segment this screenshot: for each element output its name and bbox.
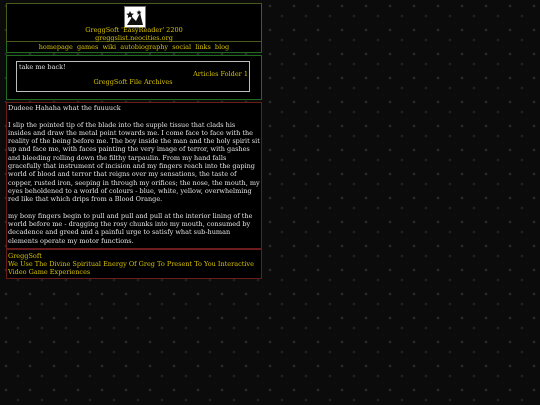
- nav-link-blog[interactable]: blog: [215, 43, 229, 51]
- footer-company: GreggSoft: [8, 252, 42, 261]
- greggsoft-logo-icon: [124, 6, 146, 28]
- site-name: GreggSoft 'EasyReader' 2200: [85, 26, 183, 34]
- article-title: Dudeee Hahaha what the fuuuuck: [8, 104, 121, 112]
- article-paragraph-1: I slip the pointed tip of the blade into…: [8, 120, 260, 204]
- nav-link-links[interactable]: links: [195, 43, 211, 51]
- article-paragraph-2: my bony fingers begin to pull and pull a…: [8, 211, 253, 245]
- site-url: greggslist.neocities.org: [95, 34, 173, 42]
- page-column: GreggSoft 'EasyReader' 2200 greggslist.n…: [6, 3, 262, 280]
- back-link[interactable]: take me back!: [19, 63, 66, 71]
- site-header: GreggSoft 'EasyReader' 2200 greggslist.n…: [6, 3, 262, 42]
- nav-link-autobiography[interactable]: autobiography: [120, 43, 168, 51]
- site-footer: GreggSoft We Use The Divine Spiritual En…: [6, 249, 262, 280]
- nav-link-social[interactable]: social: [172, 43, 191, 51]
- archive-panel: take me back! Articles Folder 1 GreggSof…: [6, 55, 262, 100]
- nav-link-wiki[interactable]: wiki: [102, 43, 116, 51]
- archive-title: GreggSoft File Archives: [93, 78, 173, 86]
- archive-inner-box: take me back! Articles Folder 1 GreggSof…: [16, 61, 250, 92]
- breadcrumb[interactable]: Articles Folder 1: [193, 70, 248, 78]
- footer-tagline: We Use The Divine Spiritual Energy Of Gr…: [8, 260, 254, 277]
- nav-link-homepage[interactable]: homepage: [39, 43, 73, 51]
- article: Dudeee Hahaha what the fuuuuck I slip th…: [6, 102, 262, 250]
- nav-link-games[interactable]: games: [77, 43, 98, 51]
- nav-bar: homepage games wiki autobiography social…: [6, 42, 262, 53]
